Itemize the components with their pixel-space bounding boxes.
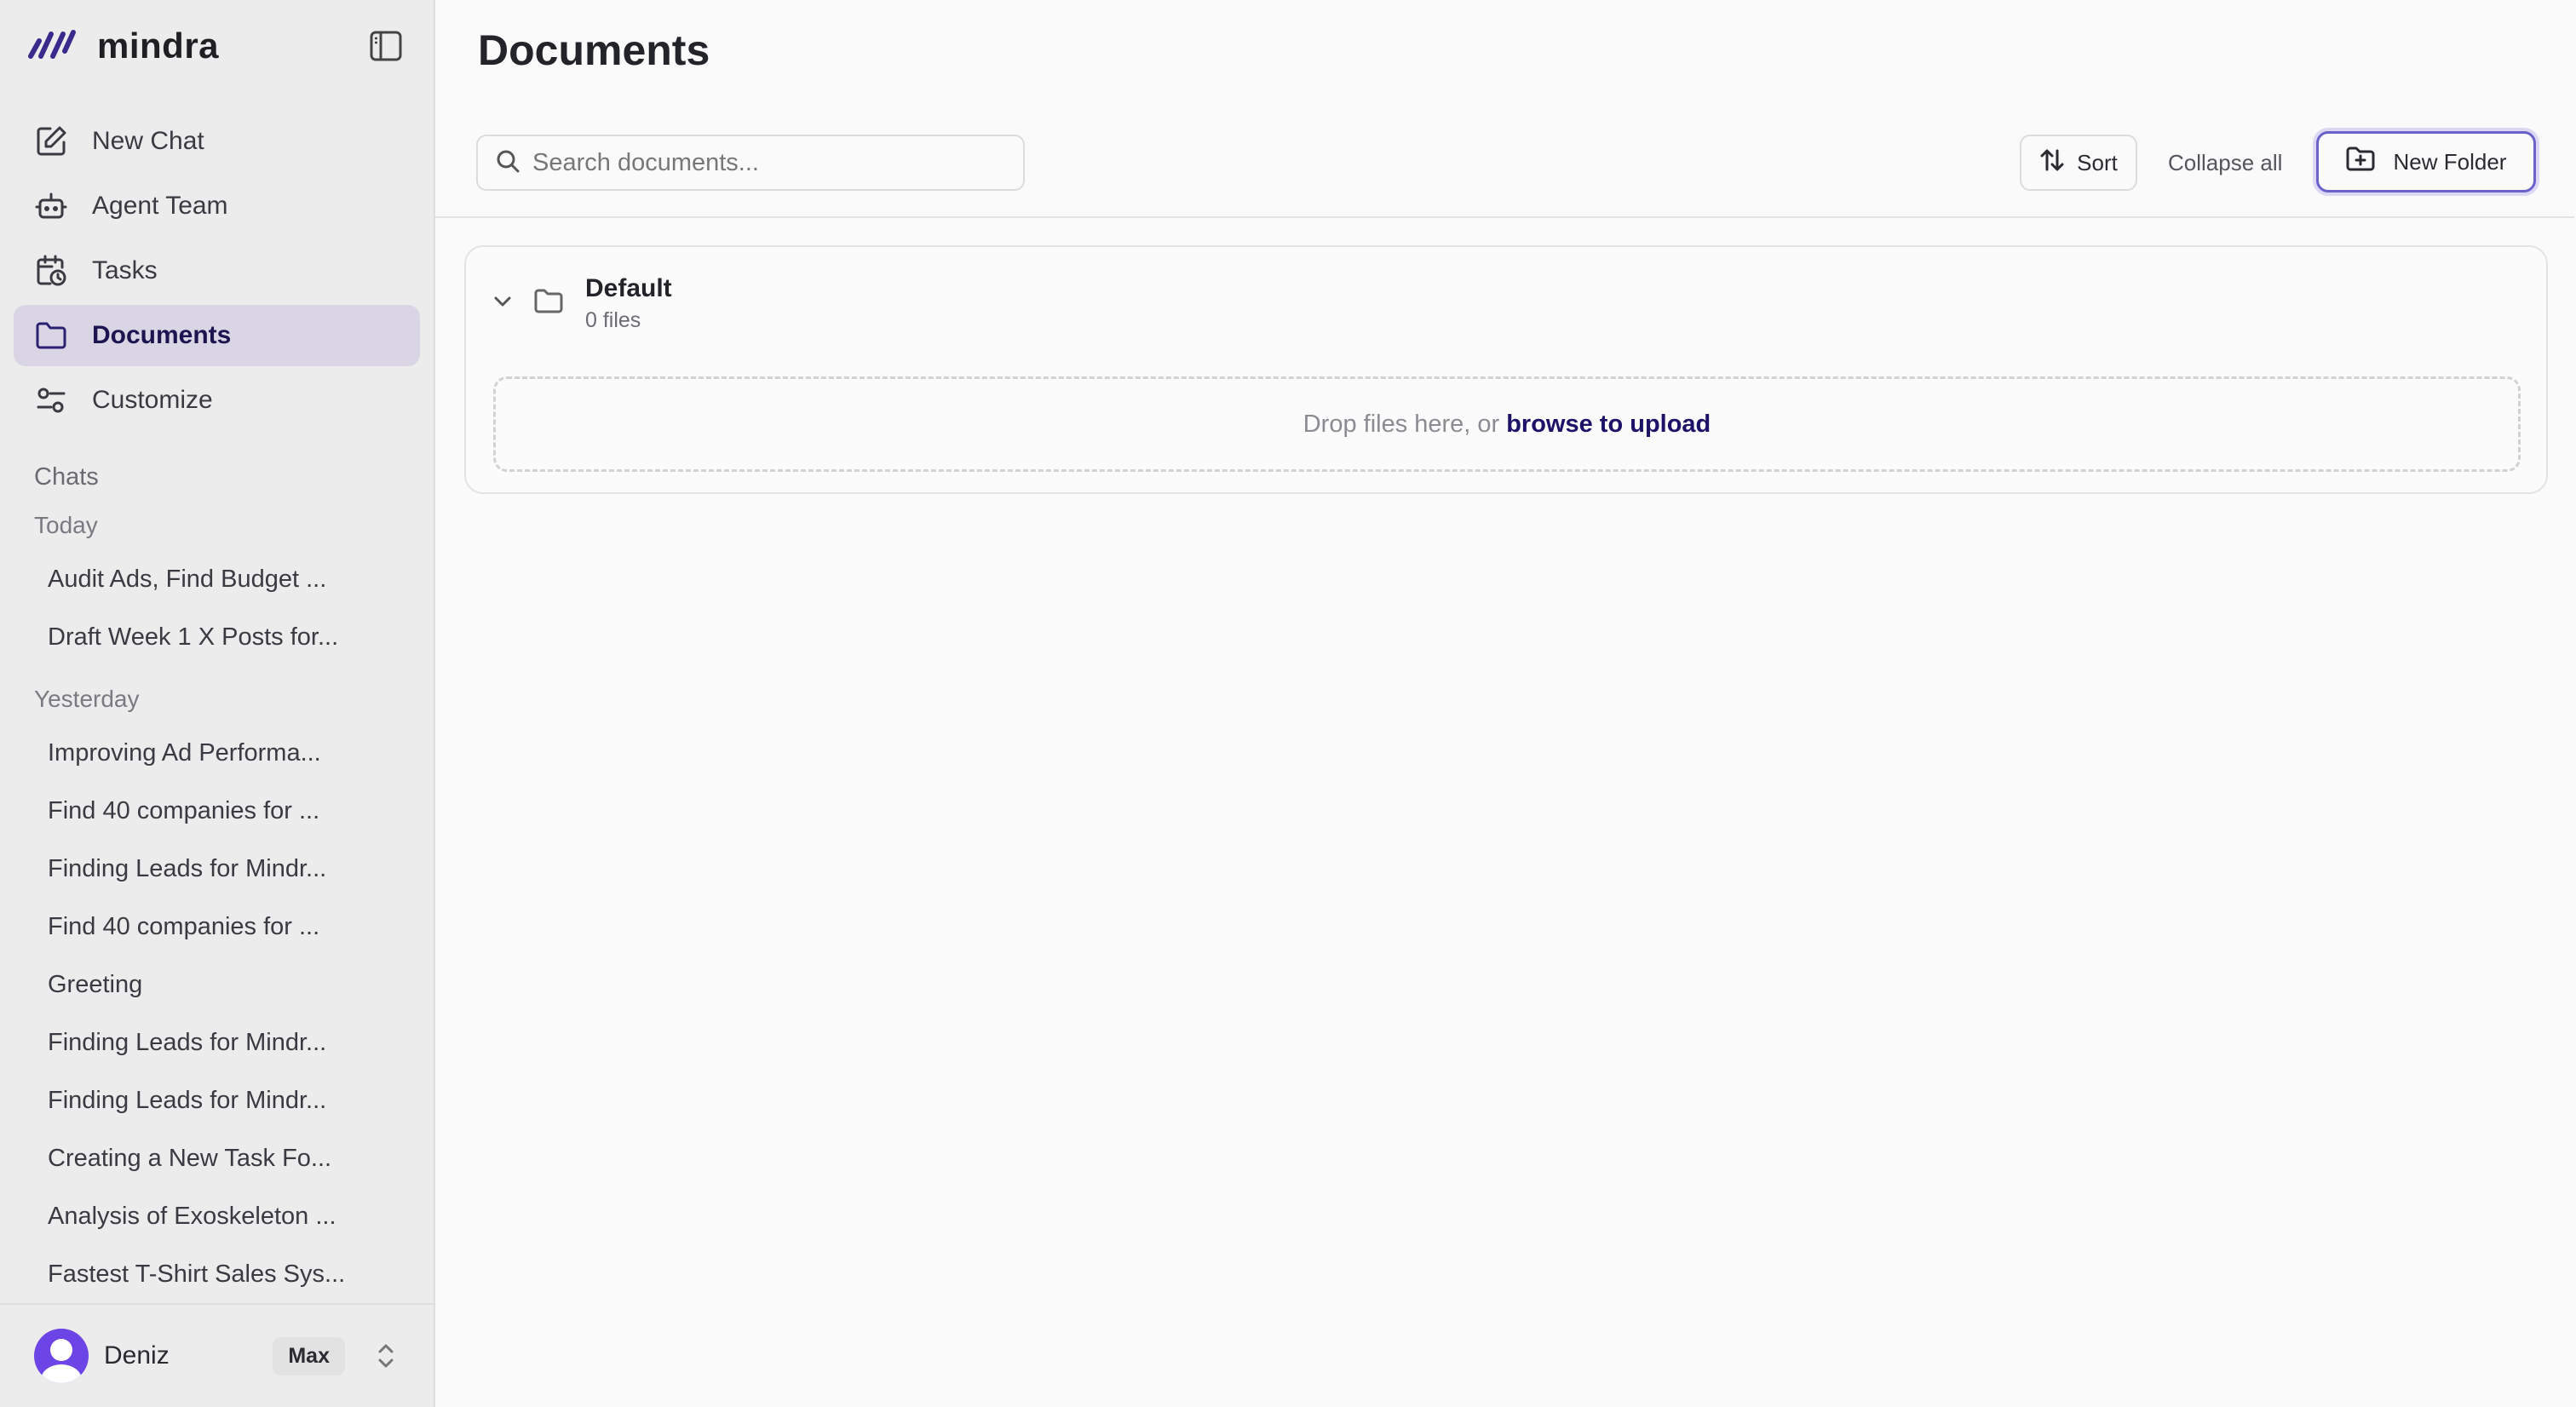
- sort-arrows-icon: [2039, 147, 2065, 179]
- avatar: [34, 1329, 89, 1383]
- new-folder-label: New Folder: [2393, 148, 2507, 175]
- sliders-icon: [34, 383, 68, 417]
- browse-upload-link[interactable]: browse to upload: [1506, 411, 1711, 439]
- sidebar-panel-icon: [370, 31, 402, 61]
- chat-item[interactable]: Creating a New Task Fo...: [14, 1129, 420, 1187]
- search-box[interactable]: [476, 135, 1025, 191]
- chat-group-label: Today: [34, 512, 98, 538]
- nav-label: New Chat: [92, 127, 204, 155]
- chat-item[interactable]: Finding Leads for Mindr...: [14, 1071, 420, 1129]
- folder-card-default: Default 0 files Drop files here, or brow…: [464, 245, 2548, 494]
- nav-label: Agent Team: [92, 192, 228, 220]
- nav-item-agent-team[interactable]: Agent Team: [14, 175, 420, 237]
- plan-badge: Max: [273, 1336, 345, 1375]
- sort-button[interactable]: Sort: [2020, 135, 2137, 191]
- folder-icon: [34, 319, 68, 353]
- brand[interactable]: mindra: [27, 26, 219, 66]
- edit-icon: [34, 124, 68, 158]
- main-content: Documents Sort: [435, 0, 2576, 1407]
- chats-heading: Chats: [34, 462, 99, 491]
- robot-icon: [34, 189, 68, 223]
- folder-file-count: 0 files: [585, 308, 641, 332]
- sidebar-toggle-button[interactable]: [365, 26, 406, 66]
- chat-item[interactable]: Find 40 companies for ...: [14, 898, 420, 956]
- new-folder-button[interactable]: New Folder: [2316, 131, 2536, 192]
- sort-label: Sort: [2077, 149, 2118, 175]
- page-title: Documents: [478, 26, 710, 74]
- folder-plus-icon: [2346, 146, 2375, 178]
- sidebar-nav: New Chat Agent Team Tasks Documents Cust…: [0, 92, 434, 434]
- app-root: mindra New Chat Agent Team Tasks Documen…: [0, 0, 2576, 1407]
- calendar-clock-icon: [34, 254, 68, 288]
- collapse-all-button[interactable]: Collapse all: [2168, 135, 2282, 191]
- chat-item[interactable]: Finding Leads for Mindr...: [14, 1014, 420, 1071]
- folder-info: Default 0 files: [585, 274, 672, 333]
- nav-item-customize[interactable]: Customize: [14, 370, 420, 431]
- chat-item[interactable]: Fastest T-Shirt Sales Sys...: [14, 1245, 420, 1303]
- nav-item-tasks[interactable]: Tasks: [14, 240, 420, 302]
- brand-bar: mindra: [0, 0, 434, 92]
- app-name: mindra: [97, 26, 220, 66]
- nav-label: Documents: [92, 321, 232, 349]
- chat-item[interactable]: Finding Leads for Mindr...: [14, 840, 420, 898]
- chat-item[interactable]: Greeting: [14, 956, 420, 1014]
- chat-item[interactable]: Improving Ad Performa...: [14, 724, 420, 782]
- folder-name: Default: [585, 274, 672, 302]
- user-menu[interactable]: Deniz Max: [0, 1303, 434, 1407]
- chevron-up-down-icon[interactable]: [372, 1339, 400, 1373]
- nav-item-new-chat[interactable]: New Chat: [14, 111, 420, 172]
- chat-history: Chats Today Audit Ads, Find Budget ... D…: [0, 434, 434, 1303]
- folder-icon: [534, 289, 563, 319]
- sidebar: mindra New Chat Agent Team Tasks Documen…: [0, 0, 435, 1407]
- chevron-down-icon[interactable]: [493, 296, 512, 312]
- chat-group-label: Yesterday: [34, 686, 140, 712]
- documents-toolbar: Sort Collapse all New Folder: [435, 128, 2574, 218]
- user-name: Deniz: [104, 1341, 170, 1370]
- chat-item[interactable]: Find 40 companies for ...: [14, 782, 420, 840]
- chat-item[interactable]: Draft Week 1 X Posts for...: [14, 608, 420, 666]
- nav-label: Customize: [92, 386, 213, 414]
- dropzone-text: Drop files here, or: [1302, 410, 1500, 438]
- mindra-logo-icon: [27, 27, 77, 66]
- chat-item[interactable]: Analysis of Exoskeleton ...: [14, 1187, 420, 1245]
- upload-dropzone[interactable]: Drop files here, or browse to upload: [493, 376, 2521, 472]
- search-icon: [495, 148, 520, 178]
- search-input[interactable]: [532, 148, 1009, 177]
- nav-item-documents[interactable]: Documents: [14, 305, 420, 366]
- chat-item[interactable]: Audit Ads, Find Budget ...: [14, 550, 420, 608]
- folder-header[interactable]: Default 0 files: [493, 274, 672, 333]
- nav-label: Tasks: [92, 256, 158, 284]
